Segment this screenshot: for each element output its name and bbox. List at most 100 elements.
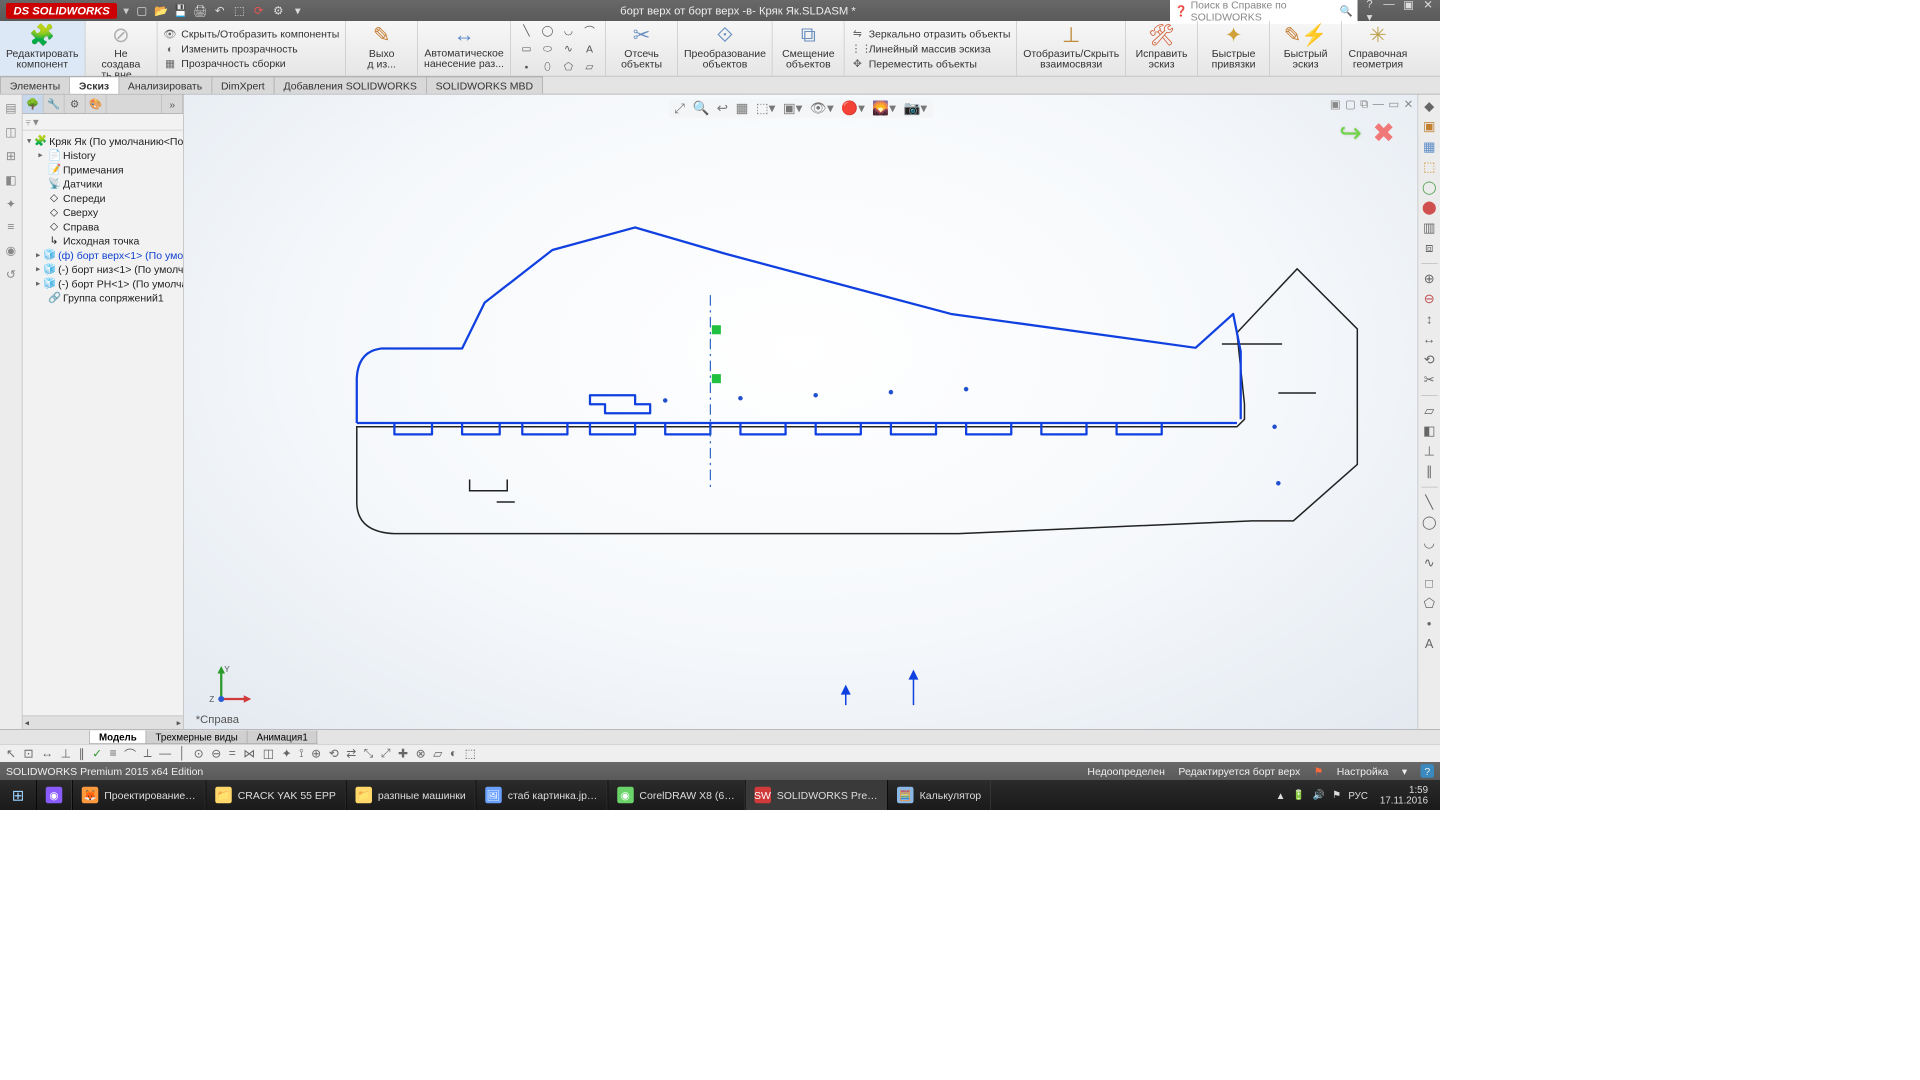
tree-node[interactable]: ▾🧩Кряк Як (По умолчанию<По ум <box>24 134 182 148</box>
tray-up-icon[interactable]: ▲ <box>1276 789 1286 800</box>
status-flag-icon[interactable]: ⚑ <box>1314 765 1323 778</box>
tree-node[interactable]: 📡Датчики <box>24 176 182 190</box>
ribbon-mirror[interactable]: ⇋Зеркально отразить объекты <box>851 27 1011 40</box>
fm-tab-prop-icon[interactable]: 🔧 <box>44 95 65 114</box>
sb-7-icon[interactable]: ≡ <box>110 747 117 761</box>
ellipse-tool-icon[interactable]: ⬯ <box>538 60 558 73</box>
fm-filter[interactable]: ⫧ ▼ <box>23 114 184 131</box>
rt-5-icon[interactable]: ◯ <box>1422 180 1436 195</box>
sb-4-icon[interactable]: ⊥ <box>61 746 71 761</box>
taskbar-app[interactable]: 🦊Проектирование… <box>72 780 205 810</box>
rt-9-icon[interactable]: ⊕ <box>1424 272 1435 287</box>
sb-6-icon[interactable]: ✓ <box>92 746 102 761</box>
tree-twisty-icon[interactable]: ▸ <box>36 264 40 274</box>
tree-node[interactable]: ◇Справа <box>24 219 182 233</box>
ribbon-quick-snaps[interactable]: ✦ Быстрые привязки <box>1198 21 1270 76</box>
rt-19-icon[interactable]: ╲ <box>1425 495 1433 510</box>
arc-tool-icon[interactable]: ◡ <box>559 24 579 37</box>
taskbar-app[interactable]: 🧮Калькулятор <box>887 780 990 810</box>
slot-tool-icon[interactable]: ⬭ <box>538 42 558 55</box>
ribbon-smart-dimension[interactable]: ↔ Автоматическое нанесение раз... <box>418 21 511 76</box>
rt-10-icon[interactable]: ⊖ <box>1424 292 1435 307</box>
tree-twisty-icon[interactable]: ▸ <box>36 250 40 260</box>
sb-18-icon[interactable]: ⟟ <box>299 747 303 761</box>
qat-rebuild-icon[interactable]: ⟳ <box>250 2 267 19</box>
sb-5-icon[interactable]: ∥ <box>79 746 85 761</box>
sb-24-icon[interactable]: ✚ <box>398 746 408 761</box>
sb-20-icon[interactable]: ⟲ <box>329 746 339 761</box>
taskbar-app[interactable]: 📁разпные машинки <box>346 780 476 810</box>
ribbon-move[interactable]: ✥Переместить объекты <box>851 57 977 70</box>
close-icon[interactable]: ✕ <box>1421 0 1436 24</box>
text-tool-icon[interactable]: A <box>580 42 600 54</box>
sb-12-icon[interactable]: ⊙ <box>194 746 204 761</box>
taskbar-app[interactable]: SWSOLIDWORKS Pre… <box>744 780 887 810</box>
ribbon-edit-component[interactable]: 🧩 Редактировать компонент <box>0 21 85 76</box>
rt-23-icon[interactable]: □ <box>1425 576 1433 591</box>
tree-node[interactable]: ▸📄History <box>24 148 182 162</box>
ribbon-rapid-sketch[interactable]: ✎⚡ Быстрый эскиз <box>1270 21 1342 76</box>
rt-8-icon[interactable]: ⧈ <box>1425 241 1433 256</box>
ribbon-no-external[interactable]: ⊘ Не создава ть вне... <box>85 21 157 76</box>
ribbon-assembly-transparency[interactable]: ▦Прозрачность сборки <box>163 57 285 70</box>
sb-11-icon[interactable]: │ <box>179 747 187 761</box>
rt-14-icon[interactable]: ✂ <box>1424 373 1435 388</box>
rt-4-icon[interactable]: ⬚ <box>1423 160 1435 175</box>
status-help-icon[interactable]: ? <box>1421 764 1434 778</box>
qat-undo-icon[interactable]: ↶ <box>211 2 228 19</box>
qat-more-icon[interactable]: ▾ <box>289 2 306 19</box>
sb-1-icon[interactable]: ↖ <box>6 746 16 761</box>
sb-16-icon[interactable]: ◫ <box>263 746 274 761</box>
rt-7-icon[interactable]: ▥ <box>1423 221 1435 236</box>
rt-25-icon[interactable]: • <box>1427 617 1431 632</box>
tray-lang[interactable]: РУС <box>1348 789 1368 800</box>
taskbar-clock[interactable]: 1:59 17.11.2016 <box>1375 785 1432 806</box>
tree-twisty-icon[interactable]: ▸ <box>36 150 45 160</box>
ribbon-trim[interactable]: ✂ Отсечь объекты <box>606 21 678 76</box>
ribbon-ref-geometry[interactable]: ✳ Справочная геометрия <box>1342 21 1414 76</box>
lt-6-icon[interactable]: ≡ <box>7 221 14 235</box>
sb-25-icon[interactable]: ⊗ <box>416 746 426 761</box>
status-custom[interactable]: Настройка <box>1337 765 1389 777</box>
ribbon-linear-pattern[interactable]: ⋮⋮Линейный массив эскиза <box>851 42 991 55</box>
tray-battery-icon[interactable]: 🔋 <box>1293 789 1305 801</box>
lt-2-icon[interactable]: ◫ <box>5 125 16 140</box>
sb-15-icon[interactable]: ⋈ <box>243 746 255 761</box>
rt-2-icon[interactable]: ▣ <box>1423 119 1435 134</box>
tree-node[interactable]: ▸🧊(-) борт РН<1> (По умолчани <box>24 276 182 290</box>
tab-evaluate[interactable]: Анализировать <box>118 77 212 94</box>
rt-17-icon[interactable]: ⊥ <box>1424 444 1435 459</box>
lt-4-icon[interactable]: ◧ <box>5 173 16 188</box>
plane-tool-icon[interactable]: ▱ <box>580 60 600 73</box>
sb-9-icon[interactable]: ⟂ <box>144 747 152 761</box>
taskbar-app[interactable]: 📁CRACK YAK 55 EPP <box>205 780 345 810</box>
rt-3-icon[interactable]: ▦ <box>1423 140 1435 155</box>
ribbon-repair-sketch[interactable]: 🛠 Исправить эскиз <box>1126 21 1198 76</box>
sb-14-icon[interactable]: = <box>229 747 236 761</box>
qat-print-icon[interactable]: 🖨 <box>192 2 209 19</box>
tree-node[interactable]: ◇Спереди <box>24 191 182 205</box>
tab-mbd[interactable]: SOLIDWORKS MBD <box>426 77 543 94</box>
lt-8-icon[interactable]: ↺ <box>6 267 16 282</box>
fillet-tool-icon[interactable]: ⌒ <box>580 23 600 38</box>
tree-node[interactable]: ◇Сверху <box>24 205 182 219</box>
doctab-3dviews[interactable]: Трехмерные виды <box>146 730 248 744</box>
rt-20-icon[interactable]: ◯ <box>1422 515 1436 530</box>
qat-save-icon[interactable]: 💾 <box>172 2 189 19</box>
doctab-model[interactable]: Модель <box>89 730 146 744</box>
feature-tree[interactable]: ▾🧩Кряк Як (По умолчанию<По ум▸📄History📝П… <box>23 131 184 716</box>
rt-15-icon[interactable]: ▱ <box>1424 404 1434 419</box>
sb-19-icon[interactable]: ⊕ <box>311 746 321 761</box>
sb-2-icon[interactable]: ⊡ <box>24 746 34 761</box>
sb-22-icon[interactable]: ⤡ <box>364 747 374 761</box>
qat-new-icon[interactable]: ▢ <box>133 2 150 19</box>
lt-1-icon[interactable]: ▤ <box>5 101 16 116</box>
sb-26-icon[interactable]: ▱ <box>433 746 442 761</box>
sb-23-icon[interactable]: ⤢ <box>381 747 391 761</box>
lt-3-icon[interactable]: ⊞ <box>6 149 16 164</box>
tray-volume-icon[interactable]: 🔊 <box>1313 789 1325 801</box>
taskbar-app[interactable]: 🖼стаб картинка.jp… <box>475 780 607 810</box>
taskbar-app[interactable]: ◉CorelDRAW X8 (6… <box>607 780 744 810</box>
lt-5-icon[interactable]: ✦ <box>6 197 16 212</box>
qat-open-icon[interactable]: 📂 <box>153 2 170 19</box>
